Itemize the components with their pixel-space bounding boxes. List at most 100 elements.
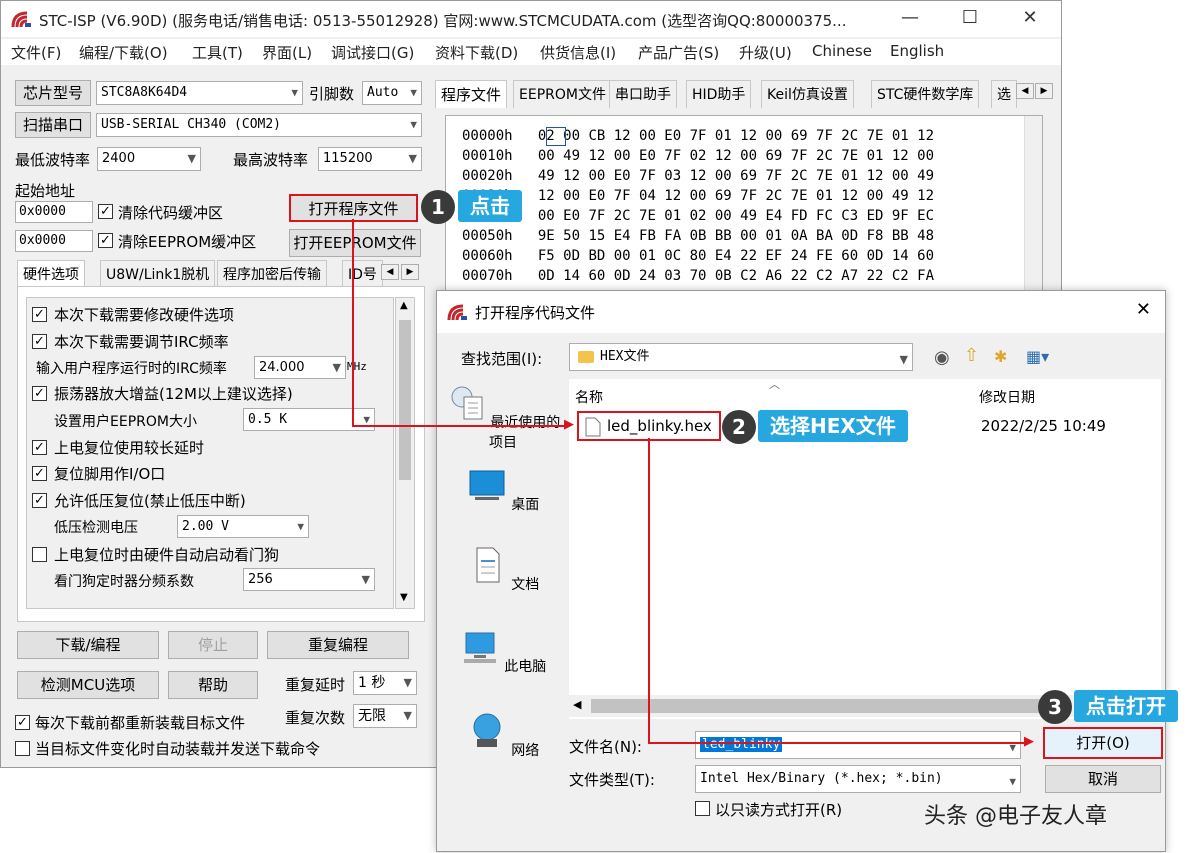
opt3-checkbox[interactable]: ✓: [32, 386, 47, 401]
maximize-icon[interactable]: ☐: [959, 7, 981, 29]
repeat-delay-label: 重复延时: [285, 676, 346, 694]
back-icon[interactable]: ◉: [934, 347, 950, 368]
pin-count-select[interactable]: Auto ▼: [362, 81, 422, 105]
view-menu-icon[interactable]: ▦▾: [1026, 347, 1049, 366]
stop-button[interactable]: 停止: [168, 631, 258, 659]
menu-file[interactable]: 文件(F): [11, 42, 61, 63]
nav-this-pc[interactable]: 此电脑: [441, 627, 565, 676]
cancel-button[interactable]: 取消: [1045, 765, 1161, 793]
chevron-down-icon: ▼: [899, 353, 908, 366]
opt2-checkbox[interactable]: ✓: [32, 334, 47, 349]
clear-code-checkbox[interactable]: ✓: [98, 204, 113, 219]
sort-up-icon: ︿: [769, 378, 780, 391]
help-button[interactable]: 帮助: [168, 671, 258, 699]
tab-scroll-right-icon[interactable]: ▶: [1035, 83, 1053, 99]
scroll-up-icon[interactable]: ▲: [400, 300, 408, 311]
menu-download[interactable]: 资料下载(D): [435, 42, 518, 63]
col-date-header[interactable]: 修改日期: [979, 387, 1035, 407]
tab-hardware-options[interactable]: 硬件选项: [17, 260, 85, 286]
file-list-hscrollbar[interactable]: ◀: [569, 695, 1161, 717]
arrow1-head-icon: ▶: [564, 417, 574, 432]
detect-mcu-button[interactable]: 检测MCU选项: [17, 671, 159, 699]
hscroll-thumb[interactable]: [591, 699, 1051, 713]
hex-bytes: 49 12 00 E0 7F 03 12 00 69 7F 2C 7E 01 1…: [537, 168, 935, 184]
repeat-count-select[interactable]: 无限 ▼: [353, 704, 417, 728]
menu-program[interactable]: 编程/下载(O): [79, 42, 168, 63]
reprogram-button[interactable]: 重复编程: [267, 631, 409, 659]
open-eeprom-file-button[interactable]: 打开EEPROM文件: [289, 229, 421, 257]
file-row-led-blinky[interactable]: led_blinky.hex: [577, 411, 721, 441]
tab-keil-settings[interactable]: Keil仿真设置: [761, 80, 854, 108]
menu-debug[interactable]: 调试接口(G): [331, 42, 414, 63]
folder-icon: [578, 350, 594, 363]
step1-badge: 1: [421, 190, 455, 224]
filename-input[interactable]: led_blinky ▼: [695, 731, 1021, 759]
auto-send-checkbox[interactable]: [15, 741, 30, 756]
filetype-select[interactable]: Intel Hex/Binary (*.hex; *.bin) ▼: [695, 765, 1021, 793]
nav-desktop[interactable]: 桌面: [441, 465, 565, 514]
opt7-checkbox[interactable]: [32, 547, 47, 562]
menu-chinese[interactable]: Chinese: [812, 42, 872, 60]
tab-encrypted-transfer[interactable]: 程序加密后传输: [217, 260, 327, 286]
tab-scroll-left-icon[interactable]: ◀: [1016, 83, 1034, 99]
readonly-checkbox[interactable]: [695, 801, 710, 816]
tab-u8w-offline[interactable]: U8W/Link1脱机: [100, 260, 216, 286]
menu-tools[interactable]: 工具(T): [192, 42, 243, 63]
nav-documents[interactable]: 文档: [441, 545, 565, 594]
clear-eeprom-checkbox[interactable]: ✓: [98, 233, 113, 248]
scrollbar-thumb[interactable]: [399, 320, 411, 480]
tab-scroll-right-icon[interactable]: ▶: [401, 264, 419, 280]
menu-supply[interactable]: 供货信息(I): [540, 42, 616, 63]
tab-scroll-left-icon[interactable]: ◀: [381, 264, 399, 280]
tab-eeprom-file[interactable]: EEPROM文件: [513, 80, 612, 108]
up-folder-icon[interactable]: ⇧: [964, 345, 979, 366]
opt6-checkbox[interactable]: ✓: [32, 493, 47, 508]
eeprom-size-select[interactable]: 0.5 K ▼: [243, 408, 375, 431]
menu-upgrade[interactable]: 升级(U): [739, 42, 792, 63]
menu-ads[interactable]: 产品广告(S): [638, 42, 719, 63]
new-folder-icon[interactable]: ✱: [994, 347, 1007, 366]
irc-freq-select[interactable]: 24.000 ▼: [254, 356, 346, 379]
min-baud-label: 最低波特率: [15, 151, 91, 169]
tab-hid-assistant[interactable]: HID助手: [686, 80, 752, 108]
tab-more[interactable]: 选: [991, 80, 1017, 108]
scan-port-button[interactable]: 扫描串口: [15, 112, 91, 138]
download-program-button[interactable]: 下载/编程: [17, 631, 159, 659]
chip-model-select[interactable]: STC8A8K64D4 ▼: [96, 81, 303, 105]
arrow2-horizontal: [648, 742, 1028, 744]
hex-address: 00050h: [462, 228, 513, 244]
eeprom-address-input[interactable]: 0x0000: [15, 230, 93, 252]
chip-model-button[interactable]: 芯片型号: [15, 80, 91, 106]
max-baud-select[interactable]: 115200 ▼: [318, 147, 422, 171]
nav-recent[interactable]: 最近使用的项目: [441, 383, 565, 452]
nav-network[interactable]: 网络: [441, 711, 565, 760]
repeat-delay-select[interactable]: 1 秒 ▼: [353, 671, 417, 695]
lookin-select[interactable]: HEX文件 ▼: [569, 343, 913, 371]
opt5-checkbox[interactable]: ✓: [32, 466, 47, 481]
tab-math-library[interactable]: STC硬件数学库: [871, 80, 980, 108]
close-icon[interactable]: ✕: [1019, 7, 1041, 29]
tab-serial-assistant[interactable]: 串口助手: [609, 80, 677, 108]
scroll-left-icon[interactable]: ◀: [573, 698, 581, 711]
menu-interface[interactable]: 界面(L): [262, 42, 312, 63]
menu-english[interactable]: English: [890, 42, 944, 60]
col-name-header[interactable]: 名称: [575, 387, 603, 407]
tab-id[interactable]: ID号: [342, 260, 383, 286]
wdt-prescaler-select[interactable]: 256 ▼: [243, 568, 375, 591]
scroll-down-icon[interactable]: ▼: [400, 592, 408, 603]
options-list: ✓ 本次下载需要修改硬件选项 ✓ 本次下载需要调节IRC频率 输入用户程序运行时…: [26, 297, 394, 609]
min-baud-select[interactable]: 2400 ▼: [97, 147, 201, 171]
tab-program-file[interactable]: 程序文件: [435, 80, 508, 108]
opt4-checkbox[interactable]: ✓: [32, 440, 47, 455]
minimize-icon[interactable]: —: [899, 7, 921, 29]
hex-address: 00000h: [462, 128, 513, 144]
reload-checkbox[interactable]: ✓: [15, 715, 30, 730]
start-address-input[interactable]: 0x0000: [15, 201, 93, 223]
options-scrollbar[interactable]: ▲ ▼: [395, 297, 415, 609]
open-program-file-button[interactable]: 打开程序文件: [289, 194, 418, 222]
lvd-voltage-select[interactable]: 2.00 V ▼: [177, 515, 309, 538]
opt1-checkbox[interactable]: ✓: [32, 307, 47, 322]
close-icon[interactable]: ✕: [1136, 299, 1151, 320]
port-select[interactable]: USB-SERIAL CH340 (COM2) ▼: [96, 113, 422, 137]
open-button[interactable]: 打开(O): [1043, 727, 1163, 759]
